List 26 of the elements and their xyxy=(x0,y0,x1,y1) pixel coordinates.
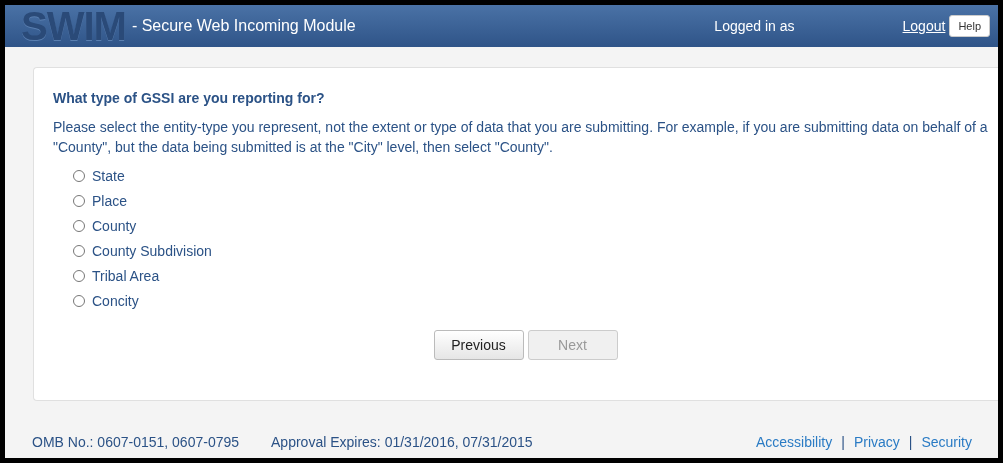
separator: | xyxy=(908,434,913,450)
radio-button[interactable] xyxy=(73,269,85,282)
question-description: Please select the entity-type you represent, not the extent or type of data that you are submitting. For example, if you are submitting data on behalf of a "County", but the data being submitted is at the "City" level, then select "County". xyxy=(53,118,989,157)
omb-number: OMB No.: 0607-0151, 0607-0795 xyxy=(32,434,240,450)
option-label[interactable]: Place xyxy=(92,192,128,209)
radio-button[interactable] xyxy=(73,219,85,232)
app-title: - Secure Web Incoming Module xyxy=(131,17,356,35)
help-button[interactable]: Help xyxy=(949,15,990,37)
option-label[interactable]: Tribal Area xyxy=(92,267,160,284)
footer-link[interactable]: Security xyxy=(921,434,972,450)
approval-expiry: Approval Expires: 01/31/2016, 07/31/2015 xyxy=(271,434,533,450)
nav-button[interactable]: Previous xyxy=(433,330,524,360)
radio-button[interactable] xyxy=(73,169,85,182)
option-label[interactable]: County xyxy=(92,217,137,234)
radio-button[interactable] xyxy=(73,294,85,307)
footer-link[interactable]: Accessibility xyxy=(756,434,833,450)
option-label[interactable]: State xyxy=(92,167,125,184)
logged-in-label: Logged in as xyxy=(714,18,795,34)
separator: | xyxy=(841,434,845,450)
logout-link[interactable]: Logout xyxy=(902,18,946,34)
option-label[interactable]: Concity xyxy=(92,292,139,309)
radio-button[interactable] xyxy=(73,194,85,207)
footer-link[interactable]: Privacy xyxy=(853,434,900,450)
option-label[interactable]: County Subdivision xyxy=(92,242,212,259)
radio-button[interactable] xyxy=(73,244,85,257)
question-title: What type of GSSI are you reporting for? xyxy=(53,90,326,106)
